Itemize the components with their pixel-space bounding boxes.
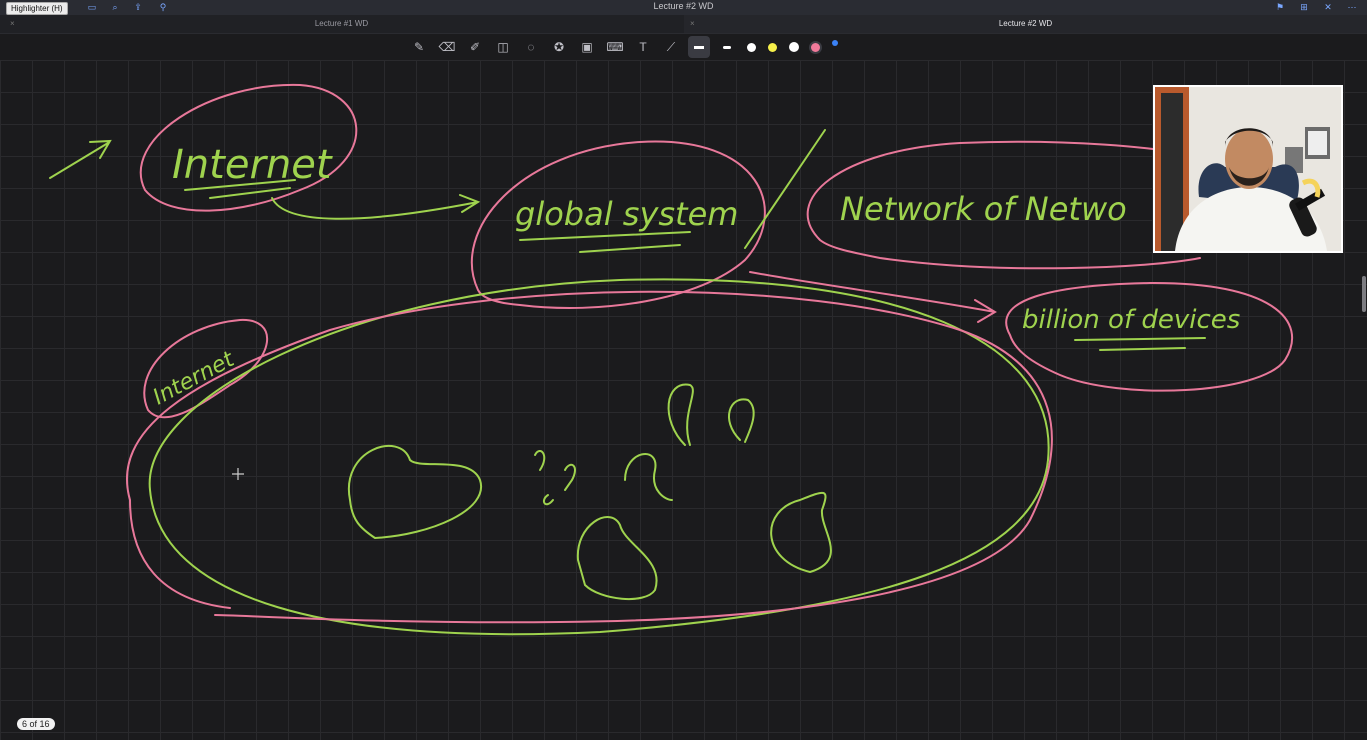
eraser-icon[interactable]: ⌫	[436, 36, 458, 58]
search-icon[interactable]: ⌕	[109, 1, 121, 13]
question-marks	[534, 450, 576, 506]
network-blob	[347, 444, 483, 540]
cursor-crosshair-icon	[232, 468, 244, 480]
color-pink-swatch[interactable]	[811, 42, 820, 52]
color-white-swatch[interactable]	[747, 42, 756, 52]
bookmark-icon[interactable]: ⚲	[157, 1, 169, 13]
tab-lecture-1[interactable]: × Lecture #1 WD	[0, 15, 683, 33]
laser-pointer-icon[interactable]: ⟋	[660, 36, 682, 58]
close-tab-icon[interactable]: ×	[10, 15, 15, 33]
curved-arrow	[271, 194, 481, 220]
highlighter-icon[interactable]: ✐	[464, 36, 486, 58]
internet-big-green-ellipse	[148, 278, 1050, 636]
lasso-icon[interactable]: ◌	[520, 36, 542, 58]
webcam-video-icon	[1155, 87, 1341, 251]
page-indicator: 6 of 16	[17, 718, 55, 730]
color-yellow-swatch[interactable]	[768, 42, 777, 52]
billions-ellipse	[1005, 281, 1294, 392]
network-blob	[624, 453, 673, 501]
drawing-toolbar: ✎ ⌫ ✐ ◫ ◌ ✪ ▣ ⌨ T ⟋	[405, 35, 844, 59]
image-icon[interactable]: ▣	[576, 36, 598, 58]
network-of-networks-text: Network of Netwo	[840, 190, 1127, 228]
text-icon[interactable]: T	[632, 36, 654, 58]
sticker-icon[interactable]: ✪	[548, 36, 570, 58]
close-tab-icon[interactable]: ×	[690, 15, 695, 33]
thickness-thin[interactable]	[716, 36, 738, 58]
arrow-stroke	[49, 139, 112, 179]
tooltip: Highlighter (H)	[6, 2, 68, 15]
network-blob	[728, 398, 755, 443]
billions-of-devices-text: billion of devices	[1022, 305, 1240, 335]
network-blob	[770, 491, 832, 574]
internet-title-text: Internet	[172, 142, 333, 188]
close-icon[interactable]: ✕	[1322, 1, 1334, 13]
network-blob	[667, 383, 694, 446]
bookmark-page-icon[interactable]: ⚑	[1274, 1, 1286, 13]
color-white-large-swatch[interactable]	[789, 42, 799, 52]
sidebar-toggle-icon[interactable]: ▭	[86, 1, 98, 13]
more-icon[interactable]: ⋯	[1346, 1, 1358, 13]
add-page-icon[interactable]: ⊞	[1298, 1, 1310, 13]
billions-underline	[1074, 337, 1206, 351]
shapes-icon[interactable]: ◫	[492, 36, 514, 58]
keyboard-icon[interactable]: ⌨	[604, 36, 626, 58]
global-system-underline	[519, 231, 691, 253]
color-picker-icon[interactable]	[832, 40, 838, 46]
network-blob	[576, 516, 658, 601]
scrollbar[interactable]	[1362, 276, 1366, 312]
instructor-webcam-feed	[1153, 85, 1343, 253]
thickness-thick[interactable]	[688, 36, 710, 58]
pen-icon[interactable]: ✎	[408, 36, 430, 58]
tab-label: Lecture #2 WD	[998, 19, 1053, 28]
internet-small-text: Internet	[149, 346, 239, 410]
share-icon[interactable]: ⇪	[132, 1, 144, 13]
global-system-text: global system	[515, 195, 738, 233]
tab-lecture-2[interactable]: × Lecture #2 WD	[684, 15, 1367, 33]
window-title: Lecture #2 WD	[653, 1, 714, 11]
tab-label: Lecture #1 WD	[314, 19, 369, 28]
title-bar: Lecture #2 WD ▭ ⌕ ⇪ ⚲ ⚑ ⊞ ✕ ⋯ Highlighte…	[0, 0, 1367, 15]
tab-bar: × Lecture #1 WD × Lecture #2 WD	[0, 15, 1367, 34]
internet-big-pink-ellipse	[125, 290, 1053, 624]
